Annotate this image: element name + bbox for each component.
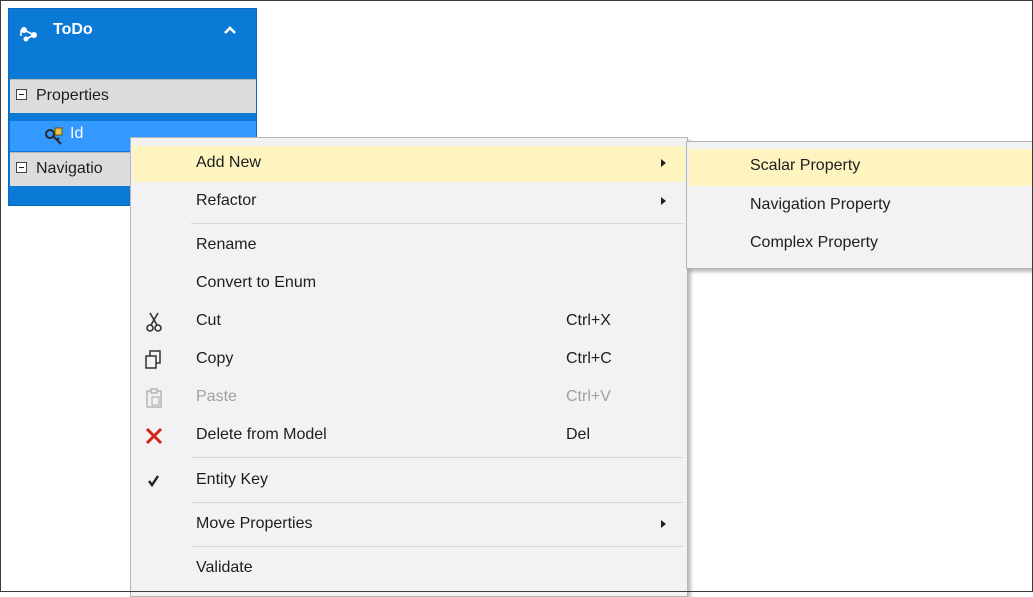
menu-item-delete-from-model[interactable]: Delete from Model Del xyxy=(133,418,685,454)
scissors-icon xyxy=(143,311,165,333)
submenu-item-complex-property[interactable]: Complex Property xyxy=(689,226,1033,263)
menu-label: Entity Key xyxy=(196,471,269,488)
menu-separator xyxy=(191,502,683,503)
menu-item-copy[interactable]: Copy Ctrl+C xyxy=(133,342,685,378)
menu-separator xyxy=(191,457,683,458)
menu-label: Copy xyxy=(196,350,234,367)
properties-section-label: Properties xyxy=(36,87,109,104)
menu-label: Cut xyxy=(196,312,221,329)
menu-item-move-properties[interactable]: Move Properties xyxy=(133,507,685,543)
menu-label: Convert to Enum xyxy=(196,274,317,291)
menu-label: Refactor xyxy=(196,192,257,209)
menu-label: Paste xyxy=(196,388,237,405)
collapse-minus-icon[interactable] xyxy=(16,89,27,100)
submenu-arrow-icon xyxy=(661,520,666,528)
menu-item-add-new[interactable]: Add New xyxy=(133,146,685,182)
entity-header[interactable]: ToDo xyxy=(9,9,256,71)
entity-title: ToDo xyxy=(53,21,93,38)
menu-separator xyxy=(191,223,683,224)
paste-icon xyxy=(143,387,165,409)
chevron-up-icon[interactable] xyxy=(223,23,237,41)
menu-shortcut: Ctrl+X xyxy=(566,312,611,329)
menu-item-refactor[interactable]: Refactor xyxy=(133,184,685,220)
submenu-item-navigation-property[interactable]: Navigation Property xyxy=(689,188,1033,225)
navigation-section-label: Navigatio xyxy=(36,160,103,177)
menu-item-paste[interactable]: Paste Ctrl+V xyxy=(133,380,685,416)
menu-label: Validate xyxy=(196,559,253,576)
menu-label: Delete from Model xyxy=(196,426,327,443)
submenu-label: Navigation Property xyxy=(750,196,891,213)
submenu-item-scalar-property[interactable]: Scalar Property xyxy=(689,149,1033,186)
delete-icon xyxy=(143,425,165,447)
menu-item-rename[interactable]: Rename xyxy=(133,228,685,264)
menu-item-cut[interactable]: Cut Ctrl+X xyxy=(133,304,685,340)
menu-item-convert-to-enum[interactable]: Convert to Enum xyxy=(133,266,685,302)
menu-label: Add New xyxy=(196,154,261,171)
submenu-label: Complex Property xyxy=(750,234,879,251)
property-label-id: Id xyxy=(70,125,84,142)
properties-section-header[interactable]: Properties xyxy=(10,79,256,113)
key-property-icon xyxy=(44,126,64,150)
submenu-label: Scalar Property xyxy=(750,157,861,174)
copy-icon xyxy=(143,349,165,371)
menu-label: Rename xyxy=(196,236,257,253)
menu-shortcut: Ctrl+C xyxy=(566,350,612,367)
menu-label: Move Properties xyxy=(196,515,313,532)
submenu-arrow-icon xyxy=(661,159,666,167)
submenu-arrow-icon xyxy=(661,197,666,205)
collapse-minus-icon[interactable] xyxy=(16,162,27,173)
menu-separator xyxy=(191,546,683,547)
context-menu: Add New Refactor Rename Convert to Enum … xyxy=(130,137,688,597)
menu-item-entity-key[interactable]: Entity Key xyxy=(133,463,685,499)
add-new-submenu: Scalar Property Navigation Property Comp… xyxy=(686,141,1033,269)
checkmark-icon xyxy=(143,470,165,492)
menu-shortcut: Del xyxy=(566,426,591,443)
entity-icon xyxy=(19,25,41,47)
menu-item-validate[interactable]: Validate xyxy=(133,551,685,587)
menu-shortcut: Ctrl+V xyxy=(566,388,611,405)
